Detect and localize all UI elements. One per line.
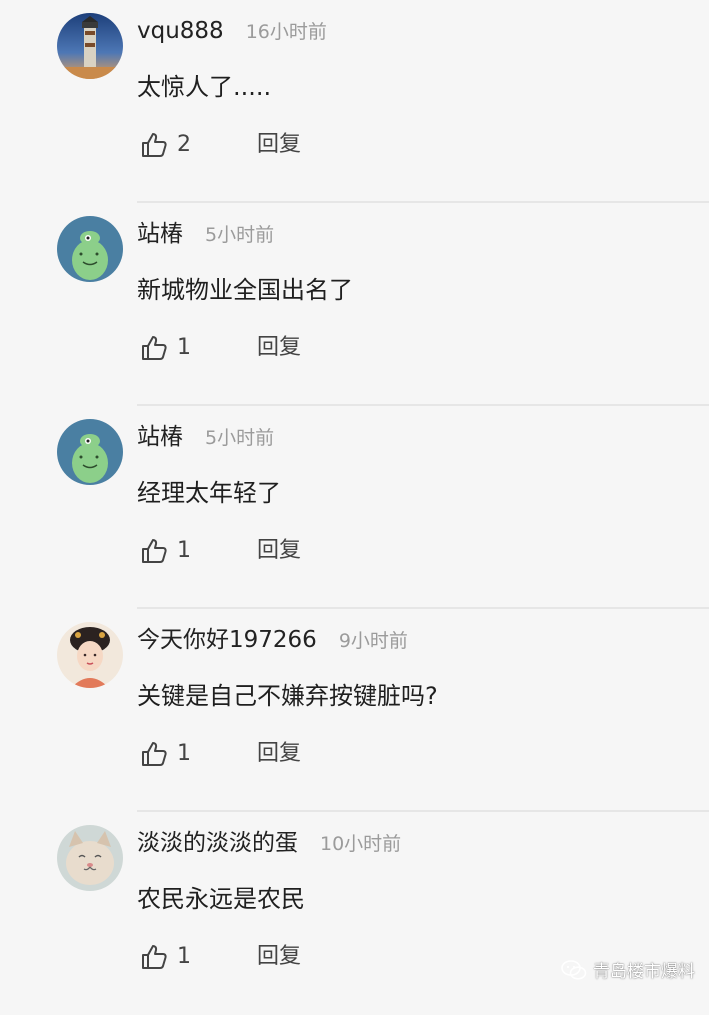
comment-time: 16小时前 (245, 21, 327, 43)
like-button[interactable]: 1 (139, 534, 191, 568)
reply-button[interactable]: 回复 (257, 331, 301, 365)
comment-author[interactable]: 站椿 5小时前 (137, 219, 274, 250)
comment-item: 淡淡的淡淡的蛋 10小时前 农民永远是农民 1 回复 (0, 812, 709, 1015)
thumbs-up-icon (139, 739, 169, 769)
username-text[interactable]: vqu888 (137, 18, 224, 44)
like-count: 1 (177, 538, 191, 563)
like-button[interactable]: 1 (139, 940, 191, 974)
comment-text: 太惊人了..... (137, 73, 272, 101)
thumbs-up-icon (139, 333, 169, 363)
username-text[interactable]: 今天你好197266 (137, 627, 317, 653)
comment-actions: 1 回复 (139, 940, 539, 974)
wechat-icon (561, 959, 593, 981)
green-cartoon-avatar-image (57, 216, 123, 282)
like-button[interactable]: 1 (139, 737, 191, 771)
like-count: 1 (177, 741, 191, 766)
comment-author[interactable]: 今天你好197266 9小时前 (137, 625, 408, 656)
reply-button[interactable]: 回复 (257, 128, 301, 162)
comment-author[interactable]: 站椿 5小时前 (137, 422, 274, 453)
like-button[interactable]: 2 (139, 128, 191, 162)
comment-actions: 1 回复 (139, 534, 539, 568)
username-text[interactable]: 淡淡的淡淡的蛋 (137, 830, 298, 856)
avatar[interactable] (57, 13, 123, 79)
comment-author[interactable]: 淡淡的淡淡的蛋 10小时前 (137, 828, 401, 859)
cat-avatar-image (57, 825, 123, 891)
username-text[interactable]: 站椿 (137, 221, 183, 247)
thumbs-up-icon (139, 942, 169, 972)
watermark: 青岛楼市爆料 (561, 957, 695, 982)
comment-text: 经理太年轻了 (137, 479, 281, 507)
comment-time: 5小时前 (205, 427, 275, 449)
avatar[interactable] (57, 825, 123, 891)
like-count: 1 (177, 944, 191, 969)
ancient-lady-avatar-image (57, 622, 123, 688)
username-text[interactable]: 站椿 (137, 424, 183, 450)
avatar[interactable] (57, 622, 123, 688)
comment-text: 新城物业全国出名了 (137, 276, 353, 304)
comment-time: 5小时前 (205, 224, 275, 246)
comment-author[interactable]: vqu888 16小时前 (137, 16, 327, 47)
comment-text: 关键是自己不嫌弃按键脏吗? (137, 682, 438, 710)
reply-button[interactable]: 回复 (257, 940, 301, 974)
comment-item: vqu888 16小时前 太惊人了..... 2 回复 (0, 0, 709, 203)
watermark-text: 青岛楼市爆料 (593, 962, 695, 982)
avatar[interactable] (57, 419, 123, 485)
comment-time: 10小时前 (320, 833, 402, 855)
comment-text: 农民永远是农民 (137, 885, 305, 913)
comment-actions: 1 回复 (139, 331, 539, 365)
reply-button[interactable]: 回复 (257, 737, 301, 771)
thumbs-up-icon (139, 130, 169, 160)
comment-item: 站椿 5小时前 新城物业全国出名了 1 回复 (0, 203, 709, 406)
comment-actions: 2 回复 (139, 128, 539, 162)
lighthouse-avatar-image (57, 13, 123, 79)
like-count: 1 (177, 335, 191, 360)
reply-button[interactable]: 回复 (257, 534, 301, 568)
thumbs-up-icon (139, 536, 169, 566)
avatar[interactable] (57, 216, 123, 282)
comment-item: 今天你好197266 9小时前 关键是自己不嫌弃按键脏吗? 1 回复 (0, 609, 709, 812)
like-button[interactable]: 1 (139, 331, 191, 365)
green-cartoon-avatar-image (57, 419, 123, 485)
comment-item: 站椿 5小时前 经理太年轻了 1 回复 (0, 406, 709, 609)
comment-time: 9小时前 (338, 630, 408, 652)
like-count: 2 (177, 132, 191, 157)
comment-actions: 1 回复 (139, 737, 539, 771)
